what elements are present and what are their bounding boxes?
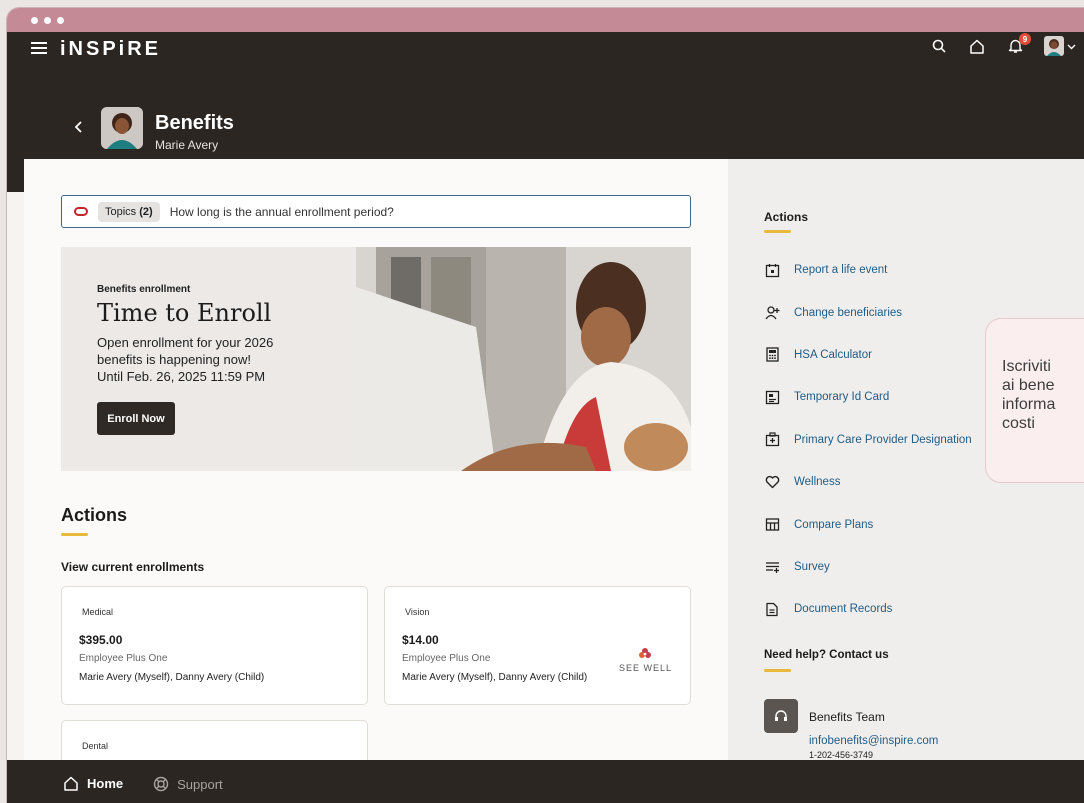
card-price: $14.00 [402,633,439,647]
hero-line: benefits is happening now! [97,352,251,367]
hero-title: Time to Enroll [97,299,272,327]
actions-heading: Actions [61,505,128,525]
enrollment-card-vision[interactable]: Vision $14.00 Employee Plus One Marie Av… [384,586,691,705]
back-chevron-icon[interactable] [73,120,87,136]
window-control-dot[interactable] [57,16,64,24]
window-control-dot[interactable] [44,16,51,24]
sidebar-item-compare-plans[interactable]: Compare Plans [764,503,1064,545]
survey-list-icon [764,559,780,575]
notification-badge: 9 [1019,33,1031,45]
sidebar-item-label: Compare Plans [794,518,874,531]
sidebar-item-label: Document Records [794,603,893,616]
heart-icon [764,474,780,490]
compare-table-icon [764,517,780,533]
page-subtitle: Marie Avery [155,138,219,152]
app-window: iNSPiRE 9 Benefits Marie Avery Topics (2… [7,8,1084,803]
provider-logo-text: SEE WELL [618,663,672,673]
hero-kicker: Benefits enrollment [97,284,191,295]
topics-chip-count: (2) [139,205,153,218]
page-title: Benefits [155,112,234,134]
sidebar-item-survey[interactable]: Survey [764,546,1064,588]
avatar [1044,36,1064,56]
menu-icon[interactable] [31,42,47,54]
card-plan: Employee Plus One [402,653,491,664]
nav-home-label: Home [87,776,124,791]
id-card-icon [764,389,780,405]
window-control-dot[interactable] [31,16,38,24]
heading-underline [764,230,791,233]
home-icon[interactable] [967,36,987,56]
nav-support-label: Support [177,776,223,792]
enrollment-banner: Benefits enrollment Time to Enroll Open … [61,247,691,471]
lifebuoy-icon [153,776,169,792]
document-icon [764,601,780,617]
main-content: Topics (2) How long is the annual enroll… [24,159,728,780]
sidebar-item-label: Report a life event [794,264,888,277]
sidebar-item-label: Survey [794,560,830,573]
sidebar-item-document-records[interactable]: Document Records [764,588,1064,630]
support-team-icon [764,699,798,733]
sidebar-item-label: Change beneficiaries [794,306,903,319]
search-input[interactable]: Topics (2) How long is the annual enroll… [61,195,691,228]
sidebar-item-report-life-event[interactable]: Report a life event [764,249,1064,291]
nav-support[interactable]: Support [153,776,223,792]
topics-chip-label: Topics [105,205,137,218]
contact-email-link[interactable]: infobenefits@inspire.com [809,735,938,747]
contact-name: Benefits Team [809,710,885,724]
see-well-logo-icon [639,648,652,658]
hero-line: Open enrollment for your 2026 [97,335,274,350]
calculator-icon [764,347,780,363]
callout-text: costi [1002,415,1035,432]
card-type: Medical [82,607,114,617]
profile-avatar [101,107,143,149]
hero-image [356,247,691,471]
sidebar-item-label: Temporary Id Card [794,391,890,404]
nav-home[interactable]: Home [63,776,123,791]
provider-logo: SEE WELL [619,647,672,673]
card-price: $395.00 [79,633,123,647]
enroll-now-button[interactable]: Enroll Now [97,402,175,435]
medical-building-icon [764,432,780,448]
sidebar-title: Actions [764,210,809,224]
callout-text: informa [1002,396,1056,413]
chat-callout-bubble: Iscriviti ai bene informa costi [985,318,1084,483]
card-plan: Employee Plus One [79,653,168,664]
enrollment-card-medical[interactable]: Medical $395.00 Employee Plus One Marie … [61,586,368,705]
callout-text: Iscriviti [1002,358,1051,375]
topics-chip[interactable]: Topics (2) [98,201,160,222]
assistant-icon [74,207,88,216]
contact-phone: 1-202-456-3749 [809,750,874,760]
bottom-nav: Home Support [7,760,1084,803]
header-toolbar: 9 [929,33,1077,56]
sidebar-item-label: Wellness [794,476,841,489]
search-icon[interactable] [929,36,949,56]
card-members: Marie Avery (Myself), Danny Avery (Child… [79,672,265,683]
hero-deadline: Until Feb. 26, 2025 11:59 PM [97,369,266,384]
user-menu[interactable] [1043,36,1077,56]
window-titlebar [7,8,1084,32]
card-type: Dental [82,741,109,751]
heading-underline [61,533,88,536]
card-members: Marie Avery (Myself), Danny Avery (Child… [402,672,588,683]
home-icon [64,776,78,791]
chevron-down-icon [1067,37,1076,55]
help-heading: Need help? Contact us [764,649,889,661]
callout-text: ai bene [1002,377,1055,394]
sidebar-item-label: HSA Calculator [794,348,872,361]
search-query: How long is the annual enrollment period… [169,204,394,219]
heading-underline [764,669,791,672]
notifications-bell-icon[interactable]: 9 [1005,33,1031,56]
app-logo: iNSPiRE [60,38,162,60]
sidebar-item-label: Primary Care Provider Designation [794,433,972,446]
current-enrollments-heading: View current enrollments [61,560,205,574]
calendar-event-icon [764,262,780,278]
hero-description: Open enrollment for your 2026 benefits i… [97,334,327,385]
person-add-icon [764,305,780,321]
card-type: Vision [405,607,430,617]
